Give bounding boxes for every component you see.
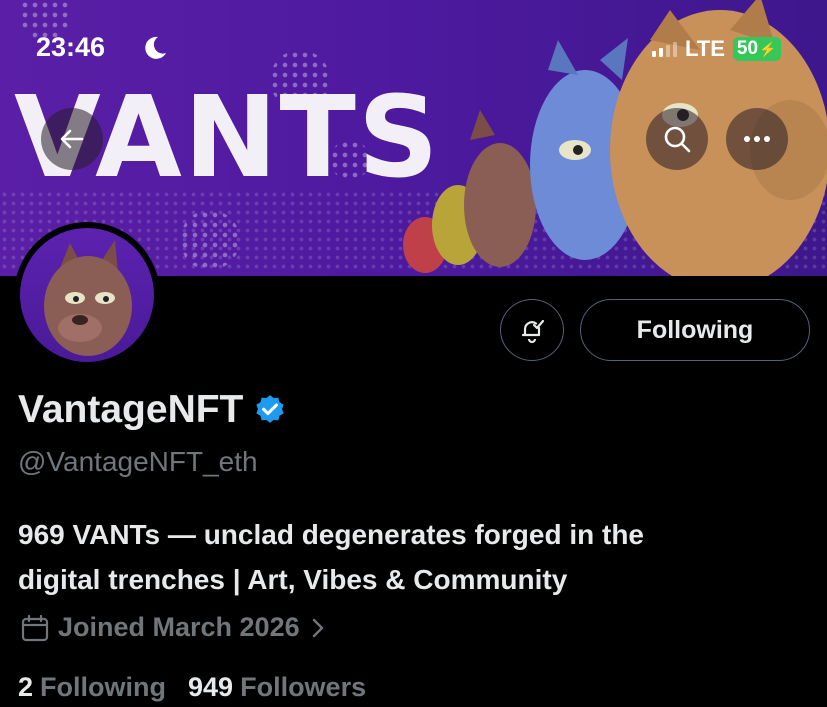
followers-label: Followers <box>240 672 367 702</box>
verified-badge-icon <box>256 395 284 423</box>
profile-name-row: VantageNFT <box>18 388 287 432</box>
notifications-button[interactable] <box>500 299 564 361</box>
network-label: LTE <box>685 36 725 61</box>
profile-handle: @VantageNFT_eth <box>18 446 258 477</box>
profile-stats: 2 Following 949 Followers <box>18 672 366 703</box>
avatar-image <box>20 228 154 362</box>
more-icon <box>744 136 770 142</box>
following-button[interactable]: Following <box>580 299 810 361</box>
bio-line: digital trenches | Art, Vibes & Communit… <box>18 564 568 595</box>
following-count: 2 <box>18 672 34 702</box>
search-button[interactable] <box>646 108 708 170</box>
moon-icon <box>145 36 166 59</box>
followers-count: 949 <box>188 672 234 702</box>
notification-bell-icon <box>521 319 545 344</box>
followers-count-link[interactable]: 949 Followers <box>188 672 366 703</box>
back-button[interactable] <box>41 108 103 170</box>
bio-line: 969 VANTs — unclad degenerates forged in… <box>18 519 644 550</box>
status-time: 23:46 <box>36 32 106 62</box>
status-indicators: LTE 50 ⚡ <box>652 36 781 62</box>
avatar[interactable] <box>14 222 160 368</box>
following-label: Following <box>40 672 167 702</box>
display-name: VantageNFT <box>18 388 244 431</box>
search-icon <box>664 126 691 153</box>
chevron-right-icon <box>312 618 323 637</box>
joined-date: Joined March 2026 <box>58 612 300 642</box>
battery-indicator: 50 ⚡ <box>732 37 781 61</box>
profile-bio: 969 VANTs — unclad degenerates forged in… <box>18 512 808 602</box>
following-count-link[interactable]: 2 Following <box>18 672 166 703</box>
signal-icon <box>652 41 677 57</box>
joined-date-row[interactable]: Joined March 2026 <box>20 612 328 643</box>
calendar-icon <box>21 614 49 641</box>
avatar-character-art <box>44 240 132 356</box>
back-arrow-icon <box>60 129 84 149</box>
more-options-button[interactable] <box>726 108 788 170</box>
